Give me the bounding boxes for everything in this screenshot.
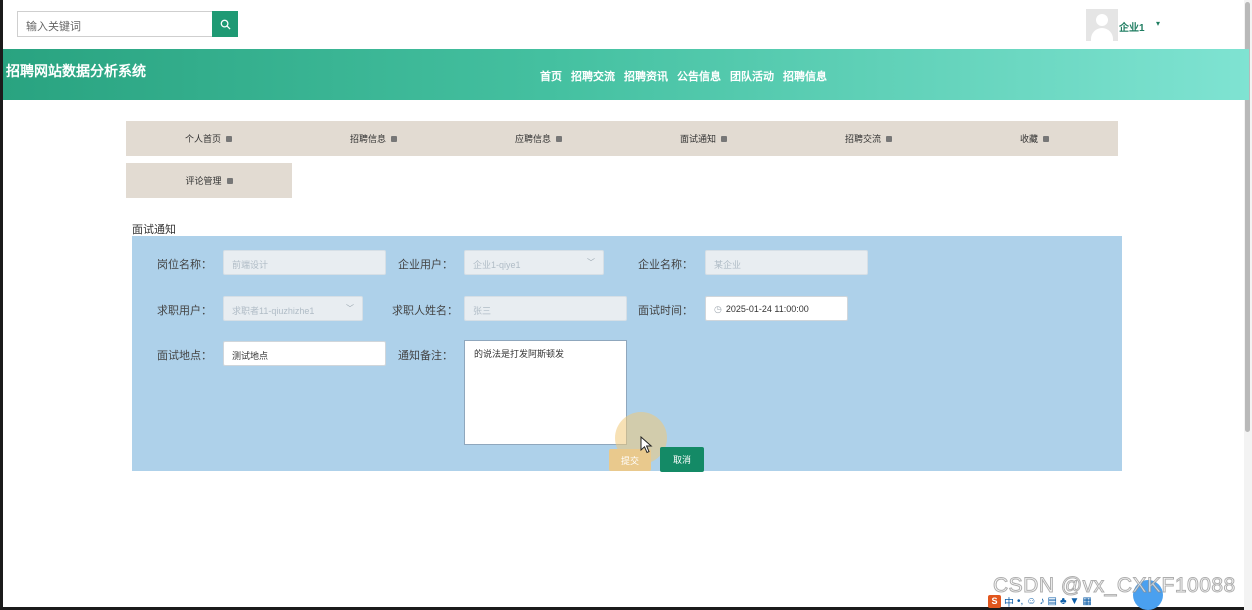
company-name-field[interactable]: 某企业 — [705, 250, 868, 275]
search-icon — [220, 19, 231, 30]
tab-personal-home[interactable]: 个人首页 — [126, 121, 291, 156]
avatar[interactable] — [1086, 9, 1118, 41]
site-title: 招聘网站数据分析系统 — [6, 63, 146, 79]
tab-icon — [886, 135, 892, 142]
interview-time-picker[interactable]: ◷ 2025-01-24 11:00:00 — [705, 296, 848, 321]
cancel-button[interactable]: 取消 — [660, 447, 704, 472]
post-name-label: 岗位名称： — [157, 259, 212, 271]
ime-lang-icon[interactable]: 中 — [1004, 594, 1014, 609]
search-input[interactable]: 输入关键词 — [17, 11, 213, 37]
tab-icon — [226, 135, 232, 142]
tab-icon — [391, 135, 397, 142]
ime-grid-icon[interactable]: ▦ — [1082, 596, 1091, 607]
nav-home[interactable]: 首页 — [540, 68, 562, 84]
ime-logo-icon[interactable]: S — [988, 594, 1001, 608]
tab-recruit-exchange[interactable]: 招聘交流 — [786, 121, 951, 156]
tab-interview-notice[interactable]: 面试通知 — [621, 121, 786, 156]
tab-application-info[interactable]: 应聘信息 — [456, 121, 621, 156]
clock-icon: ◷ — [714, 304, 722, 314]
tab-comment-management[interactable]: 评论管理 — [126, 163, 292, 198]
ime-shirt-icon[interactable]: ▼ — [1070, 596, 1080, 607]
tab-recruit-info[interactable]: 招聘信息 — [291, 121, 456, 156]
chevron-down-icon[interactable]: ▾ — [1156, 19, 1160, 28]
nav-team-activities[interactable]: 团队活动 — [730, 68, 774, 84]
seeker-name-field[interactable]: 张三 — [464, 296, 627, 321]
interview-place-field[interactable]: 测试地点 — [223, 341, 386, 366]
nav-announcements[interactable]: 公告信息 — [677, 68, 721, 84]
main-nav: 首页 招聘交流 招聘资讯 公告信息 团队活动 招聘信息 — [540, 68, 827, 84]
ime-mic-icon[interactable]: ♪ — [1040, 596, 1045, 607]
ime-toolbar[interactable]: S 中 •, ☺ ♪ ▤ ♣ ▼ ▦ — [988, 594, 1122, 609]
chevron-down-icon: ﹀ — [587, 258, 595, 267]
search-button[interactable] — [212, 11, 238, 37]
company-user-label: 企业用户： — [398, 259, 453, 271]
section-title: 面试通知 — [132, 224, 176, 236]
ime-keyboard-icon[interactable]: ▤ — [1048, 596, 1057, 607]
ime-emoji-icon[interactable]: ☺ — [1026, 596, 1036, 607]
company-user-select[interactable]: 企业1-qiye1 ﹀ — [464, 250, 604, 275]
ime-skin-icon[interactable]: ♣ — [1060, 596, 1067, 607]
tab-icon — [721, 135, 727, 142]
ime-punct-icon[interactable]: •, — [1017, 596, 1023, 607]
notice-note-label: 通知备注： — [398, 350, 453, 362]
chevron-down-icon: ﹀ — [346, 304, 354, 313]
notice-note-textarea[interactable]: 的说法是打发阿斯顿发 — [464, 340, 627, 445]
nav-recruit-exchange[interactable]: 招聘交流 — [571, 68, 615, 84]
tab-favorites[interactable]: 收藏 — [951, 121, 1118, 156]
mouse-cursor-icon — [640, 436, 653, 454]
job-seeker-label: 求职用户： — [157, 305, 212, 317]
nav-recruit-info[interactable]: 招聘信息 — [783, 68, 827, 84]
user-name[interactable]: 企业1 — [1119, 19, 1145, 34]
seeker-name-label: 求职人姓名： — [392, 305, 458, 317]
nav-recruit-news[interactable]: 招聘资讯 — [624, 68, 668, 84]
tab-icon — [226, 177, 233, 184]
tab-icon — [1043, 135, 1049, 142]
interview-time-label: 面试时间： — [638, 305, 693, 317]
company-name-label: 企业名称： — [638, 259, 693, 271]
tab-icon — [556, 135, 562, 142]
job-seeker-select[interactable]: 求职者11-qiuzhizhe1 ﹀ — [223, 296, 363, 321]
interview-place-label: 面试地点： — [157, 350, 212, 362]
post-name-field[interactable]: 前端设计 — [223, 250, 386, 275]
